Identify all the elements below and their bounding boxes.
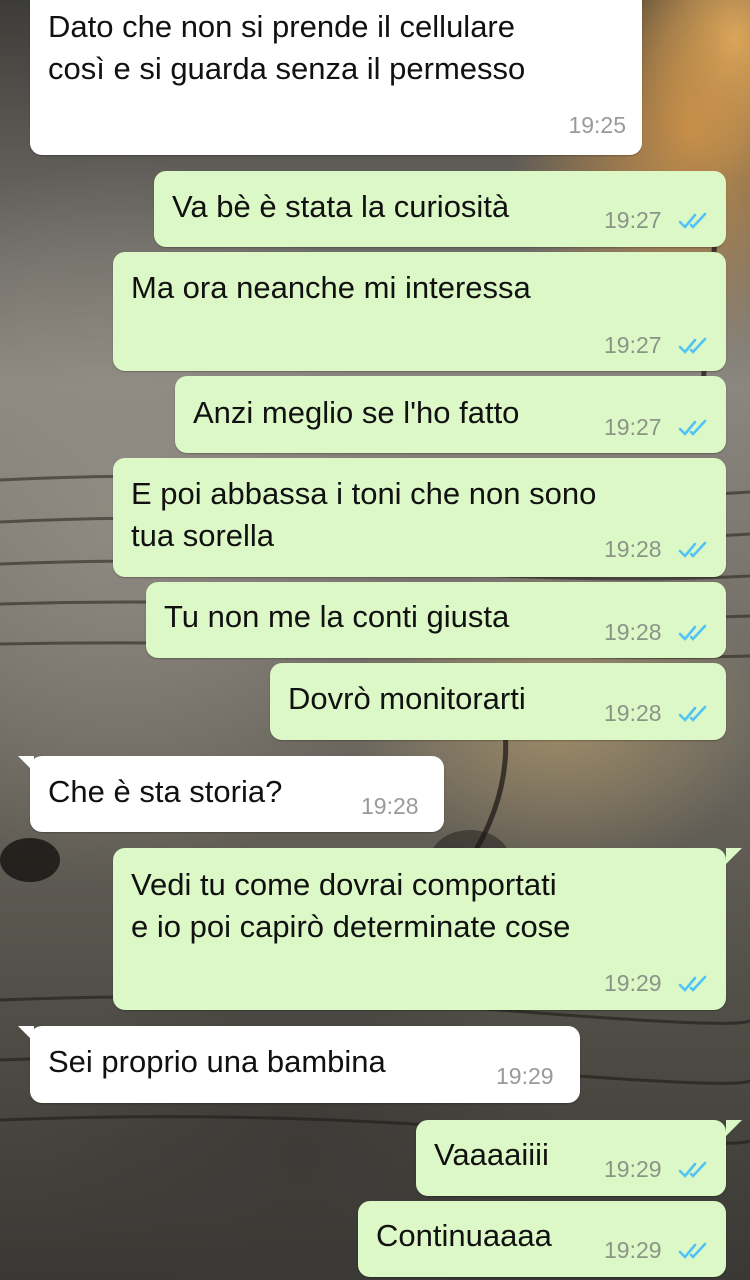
message-bubble-outgoing[interactable]: Vaaaaiiii 19:29 bbox=[416, 1120, 726, 1196]
double-check-icon bbox=[678, 705, 707, 722]
message-timestamp: 19:27 bbox=[604, 414, 662, 440]
message-timestamp: 19:25 bbox=[568, 112, 626, 138]
message-text: Dovrò monitorarti bbox=[288, 681, 526, 716]
message-bubble-outgoing[interactable]: E poi abbassa i toni che non sono tua so… bbox=[113, 458, 726, 577]
message-timestamp: 19:28 bbox=[604, 700, 662, 726]
bubble-tail bbox=[18, 1026, 34, 1042]
double-check-icon bbox=[678, 337, 707, 354]
message-bubble-incoming[interactable]: Sei proprio una bambina 19:29 bbox=[30, 1026, 580, 1103]
message-timestamp: 19:27 bbox=[604, 207, 662, 233]
message-text: Sei proprio una bambina bbox=[48, 1044, 386, 1079]
message-text: Vedi tu come dovrai comportati e io poi … bbox=[131, 867, 571, 944]
message-text: Ma ora neanche mi interessa bbox=[131, 270, 531, 305]
message-timestamp: 19:29 bbox=[604, 1237, 662, 1263]
message-timestamp: 19:28 bbox=[604, 619, 662, 645]
message-bubble-incoming[interactable]: Che è sta storia? 19:28 bbox=[30, 756, 444, 832]
message-bubble-outgoing[interactable]: Vedi tu come dovrai comportati e io poi … bbox=[113, 848, 726, 1010]
double-check-icon bbox=[678, 541, 707, 558]
double-check-icon bbox=[678, 419, 707, 436]
message-text: E poi abbassa i toni che non sono tua so… bbox=[131, 476, 597, 553]
message-bubble-outgoing[interactable]: Dovrò monitorarti 19:28 bbox=[270, 663, 726, 740]
message-text: Va bè è stata la curiosità bbox=[172, 189, 510, 224]
message-timestamp: 19:28 bbox=[604, 536, 662, 562]
message-bubble-outgoing[interactable]: Tu non me la conti giusta 19:28 bbox=[146, 582, 726, 658]
bubble-tail bbox=[726, 848, 742, 864]
message-text: Tu non me la conti giusta bbox=[164, 599, 510, 634]
message-bubble-outgoing[interactable]: Anzi meglio se l'ho fatto 19:27 bbox=[175, 376, 726, 453]
message-timestamp: 19:27 bbox=[604, 332, 662, 358]
double-check-icon bbox=[678, 624, 707, 641]
message-text: Che è sta storia? bbox=[48, 774, 283, 809]
message-timestamp: 19:29 bbox=[604, 1156, 662, 1182]
message-text: Vaaaaiiii bbox=[434, 1137, 549, 1172]
message-text: Continuaaaa bbox=[376, 1218, 552, 1253]
message-timestamp: 19:29 bbox=[496, 1063, 554, 1089]
bubble-tail bbox=[18, 756, 34, 772]
message-timestamp: 19:28 bbox=[361, 793, 419, 819]
message-bubble-outgoing[interactable]: Va bè è stata la curiosità 19:27 bbox=[154, 171, 726, 247]
message-bubble-incoming[interactable]: Dato che non si prende il cellulare così… bbox=[30, 0, 642, 155]
message-bubble-outgoing[interactable]: Ma ora neanche mi interessa 19:27 bbox=[113, 252, 726, 371]
double-check-icon bbox=[678, 975, 707, 992]
message-bubble-outgoing[interactable]: Continuaaaa 19:29 bbox=[358, 1201, 726, 1277]
double-check-icon bbox=[678, 1242, 707, 1259]
message-text: Anzi meglio se l'ho fatto bbox=[193, 395, 520, 430]
double-check-icon bbox=[678, 1161, 707, 1178]
message-timestamp: 19:29 bbox=[604, 970, 662, 996]
bubble-tail bbox=[726, 1120, 742, 1136]
message-text: Dato che non si prende il cellulare così… bbox=[48, 9, 526, 86]
double-check-icon bbox=[678, 212, 707, 229]
